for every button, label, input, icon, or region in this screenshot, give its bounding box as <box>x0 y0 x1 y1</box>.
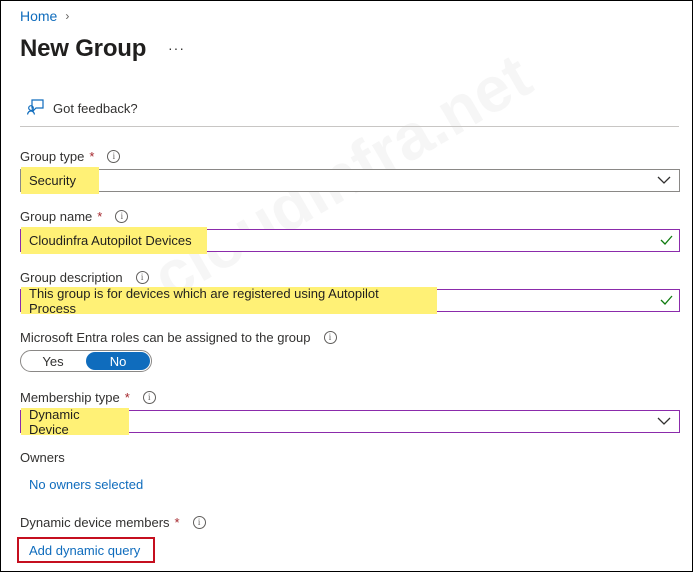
breadcrumb-home[interactable]: Home <box>20 8 57 24</box>
group-description-input[interactable]: This group is for devices which are regi… <box>20 286 680 316</box>
breadcrumb: Home › <box>20 8 69 24</box>
more-options-button[interactable]: ··· <box>168 40 185 56</box>
no-owners-link[interactable]: No owners selected <box>29 477 143 492</box>
toolbar-divider <box>20 126 679 127</box>
page-title: New Group <box>20 35 147 62</box>
membership-type-select[interactable]: Dynamic Device <box>20 407 680 437</box>
info-icon[interactable]: i <box>115 210 129 223</box>
group-type-select[interactable]: Security <box>20 167 680 194</box>
group-name-value: Cloudinfra Autopilot Devices <box>21 227 207 254</box>
membership-type-value: Dynamic Device <box>21 407 129 437</box>
info-icon[interactable]: i <box>135 271 149 284</box>
membership-type-label: Membership type * i <box>20 390 156 405</box>
chevron-right-icon: › <box>65 9 70 23</box>
info-icon[interactable]: i <box>192 516 206 529</box>
info-icon[interactable]: i <box>323 331 337 344</box>
add-dynamic-query-link[interactable]: Add dynamic query <box>29 543 140 558</box>
required-marker: * <box>124 390 130 405</box>
group-description-value: This group is for devices which are regi… <box>21 286 437 316</box>
chevron-down-icon <box>657 173 671 190</box>
checkmark-icon <box>660 234 673 249</box>
toggle-option-yes[interactable]: Yes <box>21 351 85 371</box>
group-type-label: Group type * i <box>20 149 121 164</box>
entra-roles-label: Microsoft Entra roles can be assigned to… <box>20 330 337 345</box>
required-marker: * <box>174 515 180 530</box>
checkmark-icon <box>660 294 673 309</box>
entra-roles-toggle[interactable]: Yes No <box>20 350 152 372</box>
group-name-label: Group name * i <box>20 209 129 224</box>
toggle-option-no[interactable]: No <box>86 352 150 370</box>
required-marker: * <box>97 209 103 224</box>
feedback-label: Got feedback? <box>53 101 138 116</box>
owners-label: Owners <box>20 450 65 465</box>
feedback-icon <box>26 99 45 118</box>
group-type-value: Security <box>21 167 99 194</box>
dynamic-members-label: Dynamic device members * i <box>20 515 206 530</box>
group-description-label: Group description i <box>20 270 149 285</box>
info-icon[interactable]: i <box>142 391 156 404</box>
feedback-button[interactable]: Got feedback? <box>26 99 138 118</box>
group-name-input[interactable]: Cloudinfra Autopilot Devices <box>20 227 680 254</box>
required-marker: * <box>89 149 95 164</box>
info-icon[interactable]: i <box>107 150 121 163</box>
chevron-down-icon <box>657 414 671 431</box>
